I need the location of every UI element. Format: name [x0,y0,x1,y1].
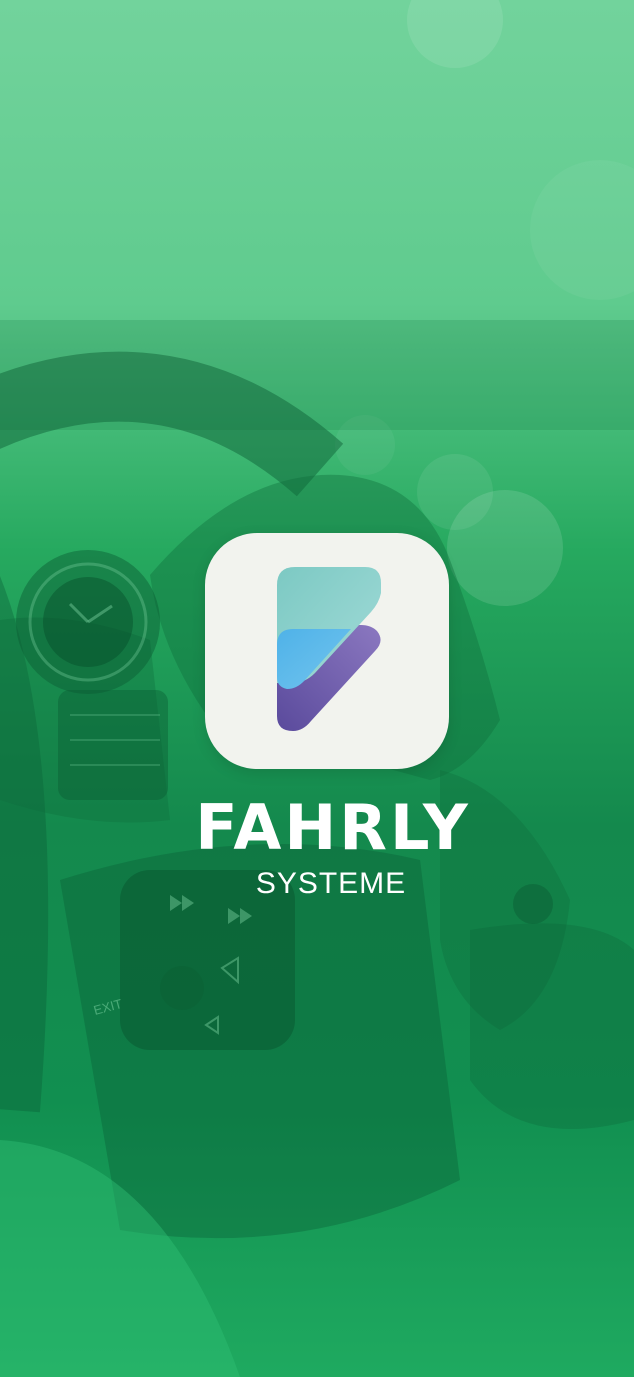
splash-screen: EXIT FAHRLY SYSTEME [0,0,634,1377]
brand-subtitle: SYSTEME [255,867,407,900]
app-logo-icon [205,533,449,769]
fahrly-f-logo-icon [277,567,381,731]
brand-name: FAHRLY [195,791,471,864]
